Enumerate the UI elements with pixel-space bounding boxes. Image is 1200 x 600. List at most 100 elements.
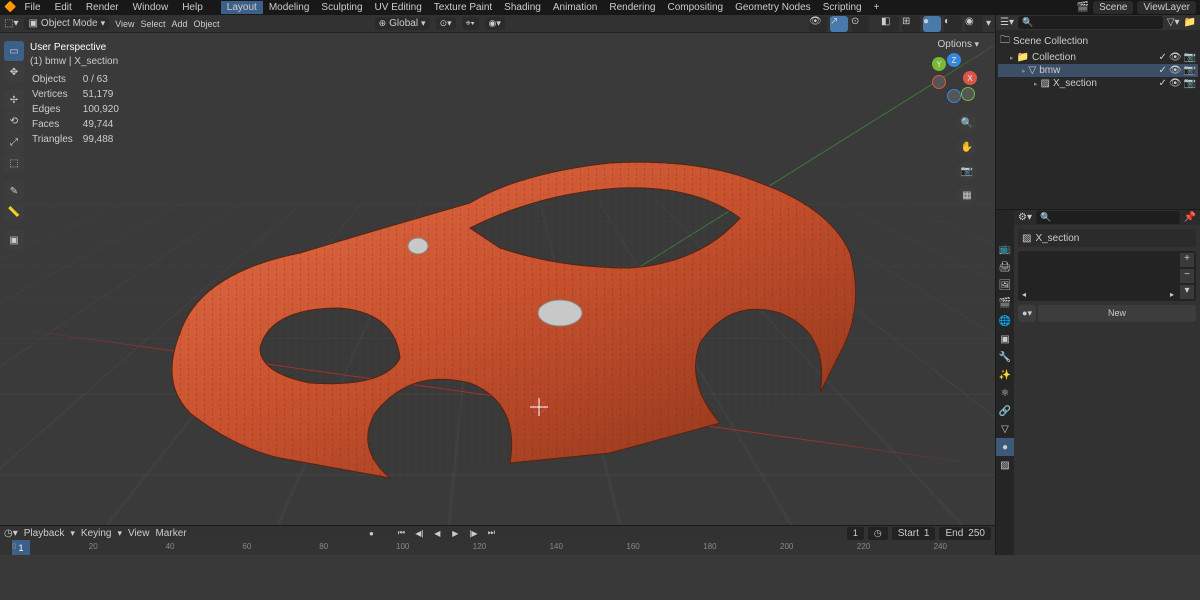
jump-start-button[interactable]: ⏮ — [393, 527, 409, 539]
slot-add-button[interactable]: + — [1180, 253, 1194, 267]
navigation-gizmo[interactable]: X Y Z — [929, 53, 979, 103]
tab-scripting[interactable]: Scripting — [817, 1, 868, 14]
props-pin-icon[interactable]: 📌 — [1184, 212, 1196, 223]
gizmo-y-icon[interactable]: Y — [932, 57, 946, 71]
tab-modeling[interactable]: Modeling — [263, 1, 316, 14]
tree-scene-collection[interactable]: 🗀 Scene Collection — [998, 32, 1198, 51]
snap-toggle[interactable]: ⌖▾ — [462, 17, 479, 30]
tab-geonodes[interactable]: Geometry Nodes — [729, 1, 817, 14]
tool-addcube[interactable]: ▣ — [4, 230, 24, 250]
timeline-editor-icon[interactable]: ◷▾ — [4, 528, 18, 539]
proptab-physics[interactable]: ⚛ — [996, 384, 1014, 402]
proptab-particles[interactable]: ✨ — [996, 366, 1014, 384]
tab-sculpting[interactable]: Sculpting — [315, 1, 368, 14]
menu-help[interactable]: Help — [176, 1, 209, 14]
tab-uvediting[interactable]: UV Editing — [369, 1, 428, 14]
zoom-icon[interactable]: 🔍 — [957, 113, 977, 133]
slot-menu-button[interactable]: ▾ — [1180, 285, 1194, 299]
proptab-object[interactable]: ▣ — [996, 330, 1014, 348]
tab-add[interactable]: + — [868, 1, 886, 14]
visibility-toggle[interactable]: 👁 — [809, 16, 827, 32]
tab-rendering[interactable]: Rendering — [603, 1, 661, 14]
outliner-new-collection-icon[interactable]: 📁 — [1184, 17, 1196, 28]
proptab-texture[interactable]: ▨ — [996, 456, 1014, 474]
proptab-viewlayer[interactable]: 🖼 — [996, 276, 1014, 294]
disable-render-icon[interactable]: 📷 — [1184, 78, 1196, 89]
proptab-world[interactable]: 🌐 — [996, 312, 1014, 330]
proptab-data[interactable]: ▽ — [996, 420, 1014, 438]
viewport-options[interactable]: Options ▾ — [932, 37, 986, 52]
tab-compositing[interactable]: Compositing — [662, 1, 730, 14]
slot-scroll-left[interactable]: ◂ — [1022, 290, 1026, 299]
restrict-select-icon[interactable]: ✓ — [1158, 65, 1166, 76]
gizmo-x-icon[interactable]: X — [963, 71, 977, 85]
tool-measure[interactable]: 📏 — [4, 202, 24, 222]
tl-menu-marker[interactable]: Marker — [155, 528, 186, 539]
pan-icon[interactable]: ✋ — [957, 137, 977, 157]
proptab-output[interactable]: 🖨 — [996, 258, 1014, 276]
disable-render-icon[interactable]: 📷 — [1184, 65, 1196, 76]
shading-dropdown[interactable]: ▾ — [986, 18, 991, 29]
hide-viewport-icon[interactable]: 👁 — [1169, 65, 1182, 76]
tree-item[interactable]: ▸▨X_section ✓👁📷 — [998, 77, 1198, 90]
tl-menu-view[interactable]: View — [128, 528, 150, 539]
vp-menu-view[interactable]: View — [115, 19, 134, 29]
menu-file[interactable]: File — [18, 1, 46, 14]
material-browse-button[interactable]: ●▾ — [1018, 305, 1036, 322]
viewport-3d[interactable]: Options ▾ — [0, 33, 995, 525]
outliner-search[interactable]: 🔍 — [1018, 16, 1163, 29]
vp-menu-object[interactable]: Object — [194, 19, 220, 29]
mode-selector[interactable]: ▣ Object Mode ▾ — [24, 17, 109, 30]
props-editor-icon[interactable]: ⚙▾ — [1018, 212, 1032, 223]
menu-render[interactable]: Render — [80, 1, 125, 14]
tl-menu-playback[interactable]: Playback — [24, 528, 65, 539]
hide-viewport-icon[interactable]: 👁 — [1169, 52, 1182, 63]
proptab-scene[interactable]: 🎬 — [996, 294, 1014, 312]
tl-menu-keying[interactable]: Keying — [81, 528, 112, 539]
disclosure-icon[interactable]: ▸ — [1034, 80, 1038, 88]
gizmo-neg-x-icon[interactable] — [932, 75, 946, 89]
disclosure-icon[interactable]: ▸ — [1022, 67, 1026, 75]
props-search[interactable]: 🔍 — [1036, 211, 1180, 224]
restrict-select-icon[interactable]: ✓ — [1158, 78, 1166, 89]
menu-window[interactable]: Window — [127, 1, 175, 14]
shading-rendered[interactable]: ◉ — [965, 16, 983, 32]
tab-texturepaint[interactable]: Texture Paint — [428, 1, 498, 14]
tab-layout[interactable]: Layout — [221, 1, 263, 14]
play-button[interactable]: ▶ — [447, 527, 463, 539]
current-frame-field[interactable]: 1 — [847, 527, 864, 540]
keyframe-prev-button[interactable]: ◀| — [411, 527, 427, 539]
disable-render-icon[interactable]: 📷 — [1184, 52, 1196, 63]
datapath-breadcrumb[interactable]: ▨ X_section — [1018, 229, 1196, 247]
tree-item[interactable]: ▸▽bmw ✓👁📷 — [998, 64, 1198, 77]
gizmo-neg-y-icon[interactable] — [961, 87, 975, 101]
tab-animation[interactable]: Animation — [547, 1, 603, 14]
proportional-toggle[interactable]: ◉▾ — [485, 17, 505, 30]
gizmo-neg-z-icon[interactable] — [947, 89, 961, 103]
shading-material[interactable]: ◐ — [944, 16, 962, 32]
xray-toggle[interactable]: ◧ — [881, 16, 899, 32]
proptab-material[interactable]: ● — [996, 438, 1014, 456]
vp-menu-add[interactable]: Add — [172, 19, 188, 29]
slot-remove-button[interactable]: − — [1180, 269, 1194, 283]
disclosure-icon[interactable]: ▸ — [1010, 54, 1014, 62]
car-mesh[interactable] — [140, 133, 870, 493]
play-reverse-button[interactable]: ◀ — [429, 527, 445, 539]
shading-solid[interactable]: ● — [923, 16, 941, 32]
tool-rotate[interactable]: ⟲ — [4, 111, 24, 131]
restrict-select-icon[interactable]: ✓ — [1158, 52, 1166, 63]
editor-type-icon[interactable]: ⬚▾ — [4, 18, 18, 29]
camera-icon[interactable]: 📷 — [957, 161, 977, 181]
end-frame-field[interactable]: End 250 — [939, 527, 991, 540]
proptab-render[interactable]: 📺 — [996, 240, 1014, 258]
proptab-modifiers[interactable]: 🔧 — [996, 348, 1014, 366]
outliner-editor-icon[interactable]: ☰▾ — [1000, 17, 1014, 28]
scene-field[interactable]: Scene — [1093, 1, 1133, 14]
material-slot-list[interactable]: + − ▾ ◂ ▸ — [1018, 251, 1196, 301]
tool-scale[interactable]: ⤢ — [4, 132, 24, 152]
jump-end-button[interactable]: ⏭ — [483, 527, 499, 539]
pivot-selector[interactable]: ⊙▾ — [436, 17, 456, 30]
preview-range-toggle[interactable]: ◷ — [868, 527, 888, 540]
slot-scroll-right[interactable]: ▸ — [1170, 290, 1174, 299]
menu-edit[interactable]: Edit — [49, 1, 78, 14]
